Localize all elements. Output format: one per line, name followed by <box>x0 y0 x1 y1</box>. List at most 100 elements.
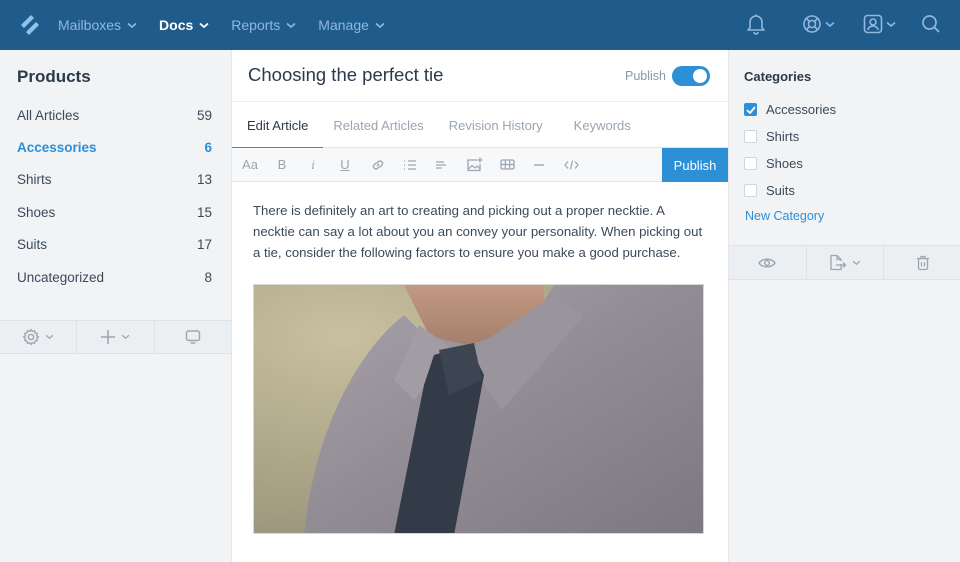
new-category-link[interactable]: New Category <box>745 209 824 223</box>
category-name: Shoes <box>17 204 56 220</box>
table-icon <box>499 159 515 170</box>
sidebar-item-accessories[interactable]: Accessories 6 <box>0 131 231 163</box>
nav-manage[interactable]: Manage <box>318 17 385 33</box>
category-count: 6 <box>204 140 212 156</box>
bulleted-list-button[interactable] <box>402 148 418 181</box>
tab-revision-history[interactable]: Revision History <box>449 102 543 148</box>
checkbox-checked[interactable] <box>744 103 757 116</box>
delete-button[interactable] <box>884 246 960 279</box>
formatting-toolbar: Aa B i U Publish <box>232 148 728 182</box>
list-icon <box>404 159 416 170</box>
notifications-button[interactable] <box>746 13 766 35</box>
chevron-down-icon <box>286 22 296 28</box>
necktie-photo <box>254 285 703 533</box>
sidebar-toolbar <box>0 320 231 354</box>
category-list: All Articles 59 Accessories 6 Shirts 13 … <box>0 99 231 293</box>
add-menu-button[interactable] <box>77 321 155 353</box>
underline-button[interactable]: U <box>338 148 352 181</box>
insert-image-button[interactable] <box>465 148 483 181</box>
tab-keywords[interactable]: Keywords <box>574 102 631 148</box>
view-site-button[interactable] <box>155 321 231 353</box>
preview-eye-icon <box>758 258 777 267</box>
category-checkbox-shoes[interactable]: Shoes <box>744 150 836 177</box>
italic-button[interactable]: i <box>308 148 318 181</box>
category-name: Uncategorized <box>17 269 105 285</box>
categories-heading: Categories <box>744 69 812 84</box>
category-checkbox-accessories[interactable]: Accessories <box>744 96 836 123</box>
account-menu-button[interactable] <box>863 13 896 35</box>
nav-reports[interactable]: Reports <box>231 17 296 33</box>
checkbox[interactable] <box>744 130 757 143</box>
nav-docs[interactable]: Docs <box>159 17 209 33</box>
align-button[interactable] <box>434 148 448 181</box>
sidebar-item-all-articles[interactable]: All Articles 59 <box>0 99 231 131</box>
publish-button[interactable]: Publish <box>662 148 728 182</box>
article-body[interactable]: There is definitely an art to creating a… <box>253 200 709 263</box>
horizontal-rule-button[interactable] <box>532 148 546 181</box>
code-icon <box>563 159 579 170</box>
category-name: All Articles <box>17 107 80 123</box>
bold-button[interactable]: B <box>275 148 289 181</box>
sidebar-item-suits[interactable]: Suits 17 <box>0 229 231 261</box>
export-icon <box>830 254 847 271</box>
chevron-down-icon <box>199 22 209 28</box>
insert-table-button[interactable] <box>499 148 515 181</box>
category-checkbox-suits[interactable]: Suits <box>744 177 836 204</box>
trash-icon <box>916 255 929 270</box>
category-name: Shirts <box>17 172 52 188</box>
editor-tabs: Edit Article Related Articles Revision H… <box>231 101 728 149</box>
checkbox-label: Shirts <box>766 129 800 144</box>
category-checklist: Accessories Shirts Shoes Suits <box>744 96 836 204</box>
tab-related-articles[interactable]: Related Articles <box>333 102 423 148</box>
checkbox-label: Accessories <box>766 102 837 117</box>
chevron-down-icon <box>375 22 385 28</box>
category-count: 13 <box>196 172 212 188</box>
publish-toggle-label: Publish <box>625 69 666 83</box>
font-style-button[interactable]: Aa <box>240 148 260 181</box>
settings-icon <box>23 328 40 346</box>
link-icon <box>372 159 384 170</box>
help-menu-button[interactable] <box>802 13 835 35</box>
add-icon <box>101 330 116 344</box>
checkbox[interactable] <box>744 157 757 170</box>
horizontal-rule-icon <box>534 163 544 166</box>
sidebar-item-shirts[interactable]: Shirts 13 <box>0 164 231 196</box>
preview-button[interactable] <box>729 246 807 279</box>
link-button[interactable] <box>370 148 386 181</box>
nav-mailboxes-label: Mailboxes <box>58 17 122 33</box>
category-name: Accessories <box>17 140 97 156</box>
article-actions-toolbar <box>729 245 960 280</box>
category-count: 17 <box>196 237 212 253</box>
checkmark-icon <box>745 105 756 114</box>
nav-manage-label: Manage <box>318 17 369 33</box>
nav-mailboxes[interactable]: Mailboxes <box>58 17 137 33</box>
code-view-button[interactable] <box>563 148 579 181</box>
monitor-icon <box>185 330 201 344</box>
right-sidebar: Categories Accessories Shirts Shoes Suit… <box>728 50 960 562</box>
helpscout-logo-icon[interactable] <box>19 13 41 37</box>
nav-reports-label: Reports <box>231 17 281 33</box>
sidebar-item-uncategorized[interactable]: Uncategorized 8 <box>0 261 231 293</box>
chevron-down-icon <box>825 21 835 27</box>
chevron-down-icon <box>45 334 54 340</box>
export-menu-button[interactable] <box>807 246 885 279</box>
top-nav: Mailboxes Docs Reports Manage <box>0 0 960 50</box>
search-icon <box>922 15 940 33</box>
article-image[interactable] <box>253 284 704 534</box>
publish-toggle[interactable] <box>672 66 710 86</box>
align-left-icon <box>436 160 446 169</box>
chevron-down-icon <box>127 22 137 28</box>
search-button[interactable] <box>921 13 941 35</box>
category-checkbox-shirts[interactable]: Shirts <box>744 123 836 150</box>
chevron-down-icon <box>852 260 861 265</box>
add-image-icon <box>466 157 482 172</box>
sidebar-item-shoes[interactable]: Shoes 15 <box>0 196 231 228</box>
tab-edit-article[interactable]: Edit Article <box>231 102 324 149</box>
category-name: Suits <box>17 237 48 253</box>
bell-icon <box>747 14 765 35</box>
settings-menu-button[interactable] <box>0 321 78 353</box>
checkbox-label: Suits <box>766 183 795 198</box>
article-editor: Choosing the perfect tie Publish Edit Ar… <box>231 50 728 562</box>
checkbox[interactable] <box>744 184 757 197</box>
sidebar-title: Products <box>17 67 91 86</box>
